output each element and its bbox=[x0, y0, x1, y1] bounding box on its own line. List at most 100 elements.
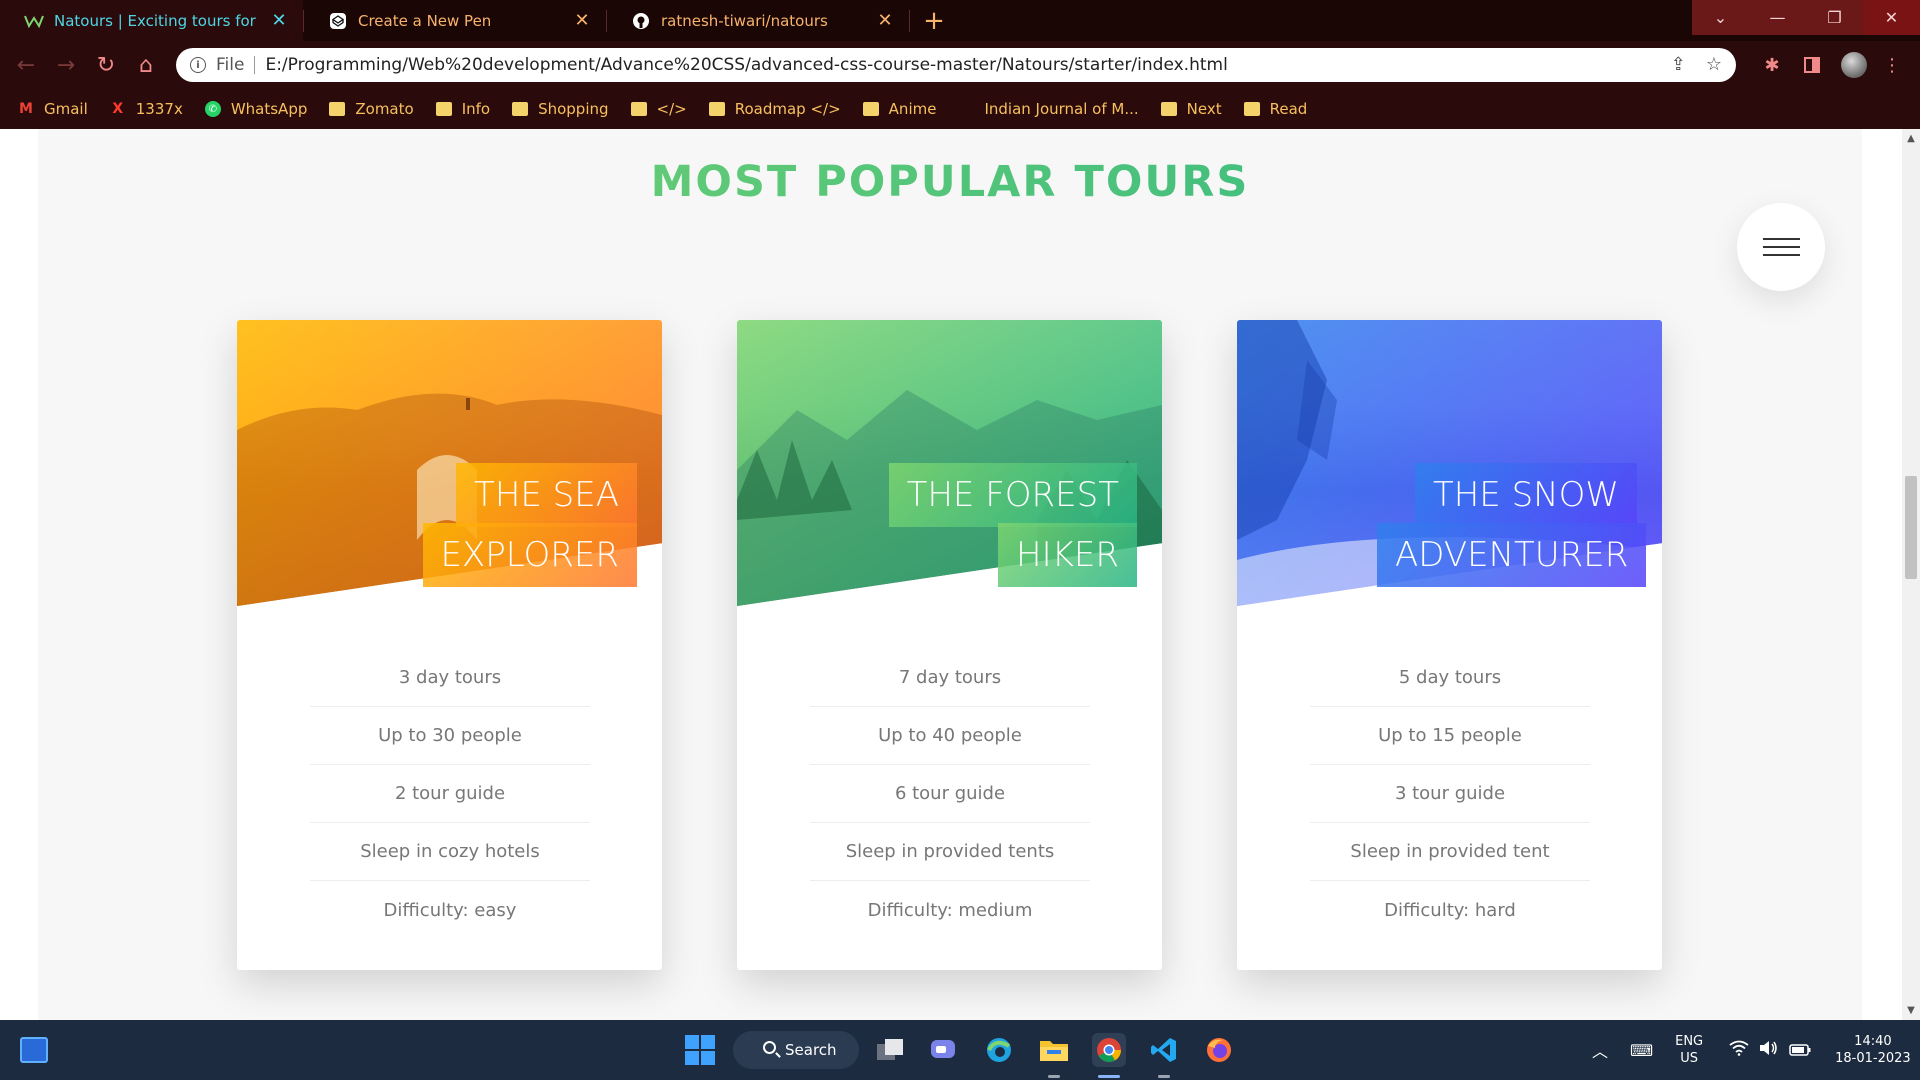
bookmark-shopping[interactable]: Shopping bbox=[512, 100, 609, 118]
tab-natours[interactable]: Natours | Exciting tours for adven ✕ bbox=[0, 0, 303, 41]
taskbar-search-button[interactable]: Search bbox=[733, 1031, 859, 1069]
list-item: Sleep in provided tents bbox=[810, 823, 1090, 881]
list-item: Sleep in cozy hotels bbox=[310, 823, 590, 881]
info-icon[interactable]: i bbox=[190, 57, 206, 73]
browser-toolbar: ← → ↻ ⌂ i File E:/Programming/Web%20deve… bbox=[0, 41, 1920, 89]
folder-icon bbox=[512, 102, 529, 116]
keyboard-icon[interactable]: ⌨ bbox=[1630, 1041, 1653, 1060]
card-details-list: 3 day tours Up to 30 people 2 tour guide… bbox=[310, 649, 590, 939]
tab-search-button[interactable]: ⌄ bbox=[1692, 0, 1749, 35]
widgets-icon[interactable] bbox=[20, 1037, 48, 1063]
edge-browser-icon[interactable] bbox=[982, 1033, 1016, 1067]
close-icon[interactable]: ✕ bbox=[875, 10, 895, 31]
bookmark-journal[interactable]: Indian Journal of M... bbox=[958, 100, 1138, 118]
menu-kebab-icon[interactable]: ⋮ bbox=[1880, 53, 1904, 77]
bookmark-label: Shopping bbox=[538, 100, 609, 118]
codepen-icon bbox=[328, 11, 348, 31]
bookmark-label: Gmail bbox=[44, 100, 88, 118]
folder-icon bbox=[630, 102, 647, 116]
list-item: 6 tour guide bbox=[810, 765, 1090, 823]
close-icon[interactable]: ✕ bbox=[269, 10, 289, 31]
bookmark-code[interactable]: </> bbox=[630, 100, 687, 118]
bookmark-label: Indian Journal of M... bbox=[984, 100, 1139, 118]
battery-icon[interactable] bbox=[1789, 1041, 1811, 1060]
tab-divider bbox=[909, 10, 910, 32]
url-text[interactable]: E:/Programming/Web%20development/Advance… bbox=[265, 55, 1227, 75]
bookmark-label: Read bbox=[1269, 100, 1308, 118]
search-label: Search bbox=[785, 1041, 837, 1059]
list-item: Difficulty: easy bbox=[383, 899, 517, 921]
windows-taskbar: Search ︿ ⌨ ENG US 14:40 18-01-2023 bbox=[0, 1020, 1920, 1080]
card-heading-line: THE SEA bbox=[456, 463, 637, 527]
tour-card-sea-explorer[interactable]: THE SEA EXPLORER 3 day tours Up to 30 pe… bbox=[237, 320, 662, 970]
list-item: Up to 40 people bbox=[810, 707, 1090, 765]
hamburger-menu-button[interactable] bbox=[1737, 203, 1825, 291]
profile-avatar[interactable] bbox=[1841, 52, 1867, 78]
teams-chat-icon[interactable] bbox=[926, 1033, 960, 1067]
bookmark-label: </> bbox=[656, 100, 687, 118]
chevron-up-icon[interactable]: ︿ bbox=[1592, 1038, 1608, 1062]
forward-arrow-icon[interactable]: → bbox=[50, 49, 82, 81]
bookmark-label: Info bbox=[461, 100, 491, 118]
close-icon[interactable]: ✕ bbox=[572, 10, 592, 31]
bookmark-label: Next bbox=[1186, 100, 1222, 118]
folder-icon bbox=[862, 102, 879, 116]
extensions-puzzle-icon[interactable]: ✱ bbox=[1760, 53, 1784, 77]
reload-icon[interactable]: ↻ bbox=[90, 49, 122, 81]
app-active-indicator bbox=[1098, 1075, 1120, 1078]
bookmark-star-icon[interactable]: ☆ bbox=[1706, 54, 1722, 75]
firefox-icon[interactable] bbox=[1202, 1033, 1236, 1067]
github-icon bbox=[631, 11, 651, 31]
bookmark-roadmap[interactable]: Roadmap </> bbox=[708, 100, 841, 118]
restore-button[interactable]: ❐ bbox=[1806, 0, 1863, 35]
menu-line bbox=[1763, 246, 1800, 248]
menu-line bbox=[1763, 254, 1800, 256]
share-icon[interactable]: ⇪ bbox=[1671, 54, 1686, 75]
volume-icon[interactable] bbox=[1759, 1040, 1779, 1060]
bookmark-zomato[interactable]: Zomato bbox=[329, 100, 414, 118]
bookmark-1337x[interactable]: X 1337x bbox=[110, 100, 182, 118]
tour-card-forest-hiker[interactable]: THE FOREST HIKER 7 day tours Up to 40 pe… bbox=[737, 320, 1162, 970]
bookmark-anime[interactable]: Anime bbox=[862, 100, 936, 118]
new-tab-button[interactable]: + bbox=[916, 0, 952, 41]
wifi-icon[interactable] bbox=[1729, 1040, 1749, 1060]
page-scrollbar[interactable]: ▲ ▼ bbox=[1902, 129, 1920, 1020]
list-item: 5 day tours bbox=[1310, 649, 1590, 707]
bookmark-read[interactable]: Read bbox=[1243, 100, 1308, 118]
language-indicator[interactable]: ENG US bbox=[1675, 1033, 1703, 1067]
tab-github[interactable]: ratnesh-tiwari/natours ✕ bbox=[607, 0, 909, 41]
card-heading: THE SEA EXPLORER bbox=[377, 463, 637, 587]
bookmark-gmail[interactable]: M Gmail bbox=[18, 100, 88, 118]
task-view-icon[interactable] bbox=[873, 1033, 907, 1067]
home-icon[interactable]: ⌂ bbox=[130, 49, 162, 81]
page-border-right bbox=[1862, 129, 1902, 1020]
back-arrow-icon[interactable]: ← bbox=[10, 49, 42, 81]
scrollbar-thumb[interactable] bbox=[1905, 476, 1917, 579]
vscode-icon[interactable] bbox=[1147, 1033, 1181, 1067]
minimize-button[interactable]: — bbox=[1749, 0, 1806, 35]
tab-codepen[interactable]: Create a New Pen ✕ bbox=[304, 0, 606, 41]
bookmark-whatsapp[interactable]: ✆ WhatsApp bbox=[204, 100, 307, 118]
bookmark-info[interactable]: Info bbox=[435, 100, 491, 118]
folder-icon bbox=[435, 102, 452, 116]
card-heading-line: EXPLORER bbox=[422, 523, 637, 587]
menu-line bbox=[1763, 238, 1800, 240]
search-icon bbox=[763, 1041, 776, 1054]
side-panel-icon[interactable] bbox=[1800, 53, 1824, 77]
bookmarks-bar: M Gmail X 1337x ✆ WhatsApp Zomato Info S… bbox=[0, 89, 1920, 129]
scroll-down-arrow-icon[interactable]: ▼ bbox=[1906, 1005, 1916, 1016]
close-window-button[interactable]: ✕ bbox=[1863, 0, 1920, 35]
chrome-browser-icon[interactable] bbox=[1092, 1033, 1126, 1067]
scroll-up-arrow-icon[interactable]: ▲ bbox=[1906, 133, 1916, 144]
address-bar[interactable]: i File E:/Programming/Web%20development/… bbox=[176, 48, 1736, 82]
tour-card-snow-adventurer[interactable]: THE SNOW ADVENTURER 5 day tours Up to 15… bbox=[1237, 320, 1662, 970]
clock[interactable]: 14:40 18-01-2023 bbox=[1835, 1033, 1911, 1067]
bookmark-next[interactable]: Next bbox=[1160, 100, 1222, 118]
card-heading-line: THE SNOW bbox=[1414, 463, 1637, 527]
card-details-list: 5 day tours Up to 15 people 3 tour guide… bbox=[1310, 649, 1590, 939]
file-explorer-icon[interactable] bbox=[1037, 1033, 1071, 1067]
journal-icon bbox=[958, 101, 974, 117]
windows-start-icon[interactable] bbox=[683, 1033, 717, 1067]
list-item: 3 tour guide bbox=[1310, 765, 1590, 823]
app-running-indicator bbox=[1158, 1075, 1170, 1078]
